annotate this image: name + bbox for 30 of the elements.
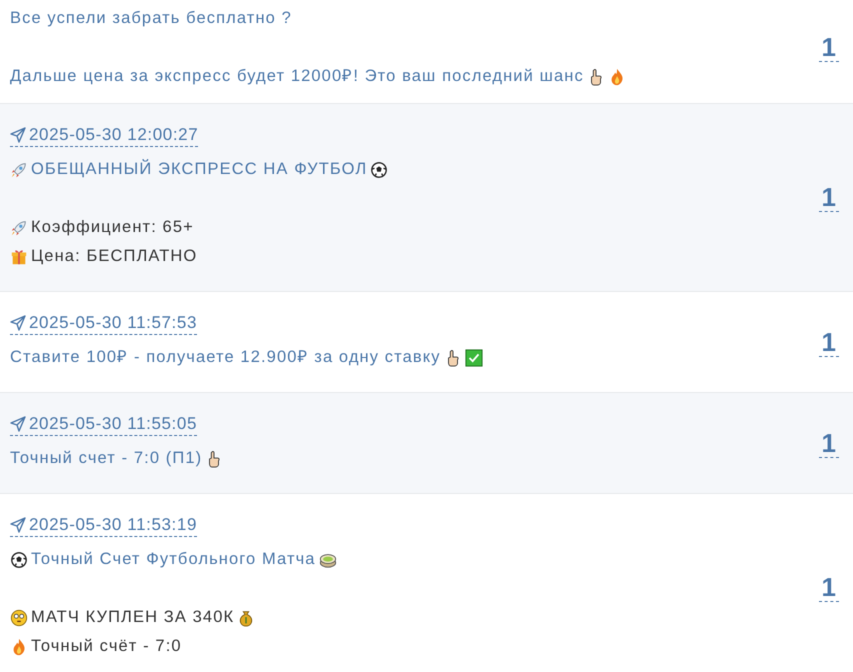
football-icon bbox=[10, 550, 28, 568]
count-link[interactable]: 1 bbox=[819, 33, 839, 62]
message-text: Дальше цена за экспресс будет 12000₽! Это ваш последний шанс bbox=[10, 66, 584, 87]
timestamp-link[interactable]: 2025-05-30 12:00:27 bbox=[10, 124, 198, 147]
message-text: Все успели забрать бесплатно ? bbox=[10, 8, 292, 29]
message-text: Ставите 100₽ - получаете 12.900₽ за одну ставку bbox=[10, 347, 441, 368]
send-icon bbox=[10, 416, 26, 432]
gift-icon bbox=[10, 248, 28, 266]
check-icon bbox=[464, 348, 483, 366]
message-text: Точный счет - 7:0 (П1) bbox=[10, 448, 202, 469]
count-link[interactable]: 1 bbox=[819, 183, 839, 212]
message-text: МАТЧ КУПЛЕН ЗА 340К bbox=[31, 607, 234, 628]
send-icon bbox=[10, 315, 26, 331]
timestamp-link[interactable]: 2025-05-30 11:53:19 bbox=[10, 514, 197, 537]
message-text: Цена: БЕСПЛАТНО bbox=[31, 246, 198, 267]
rocket-icon bbox=[10, 160, 28, 178]
timestamp-link[interactable]: 2025-05-30 11:57:53 bbox=[10, 312, 197, 335]
rocket-icon bbox=[10, 218, 28, 236]
send-icon bbox=[10, 517, 26, 533]
count-link[interactable]: 1 bbox=[819, 573, 839, 602]
football-icon bbox=[370, 160, 388, 178]
count-link[interactable]: 1 bbox=[819, 328, 839, 356]
message-text: ОБЕЩАННЫЙ ЭКСПРЕСС НА ФУТБОЛ bbox=[31, 158, 368, 180]
message-text: Точный Счет Футбольного Матча bbox=[31, 549, 316, 570]
message-text: Точный счёт - 7:0 bbox=[31, 636, 182, 657]
flushed-face-icon bbox=[10, 608, 28, 626]
count-link[interactable]: 1 bbox=[819, 428, 839, 458]
timestamp-link[interactable]: 2025-05-30 11:55:05 bbox=[10, 413, 197, 436]
send-icon bbox=[10, 127, 26, 143]
message-text: Коэффициент: 65+ bbox=[31, 217, 194, 238]
